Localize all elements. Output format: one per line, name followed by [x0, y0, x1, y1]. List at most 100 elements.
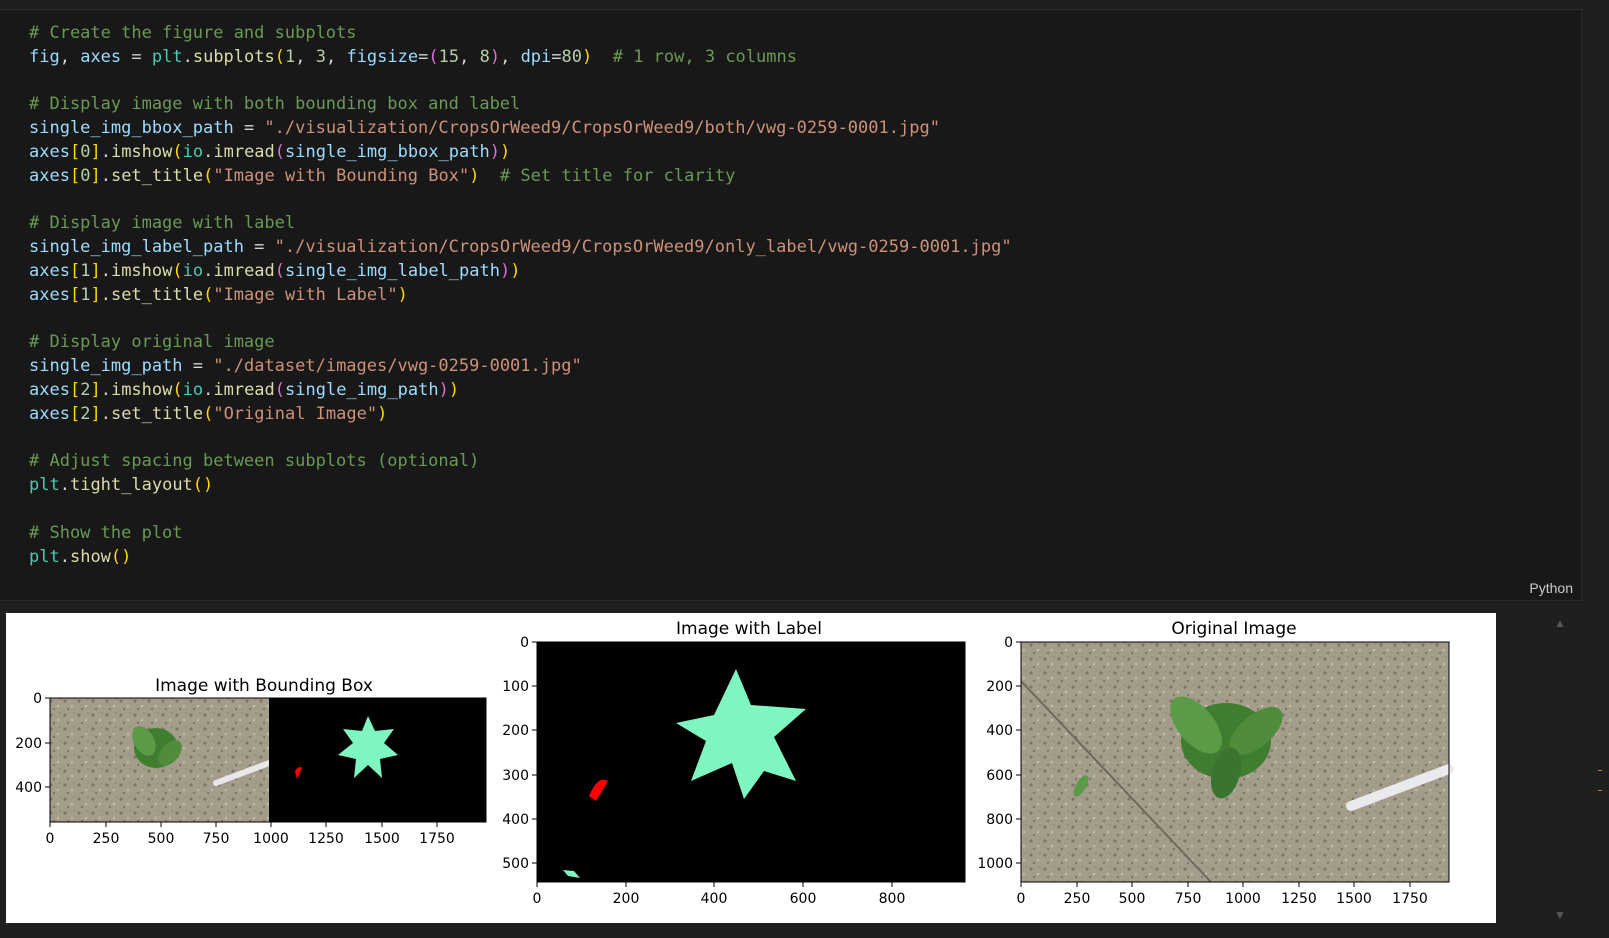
- overview-ruler-mark: [1598, 770, 1602, 771]
- code-token: =: [243, 237, 275, 258]
- code-line[interactable]: [29, 427, 1012, 451]
- x-tick-label: 500: [1119, 891, 1146, 907]
- code-line[interactable]: axes[2].set_title("Original Image"): [29, 403, 1012, 427]
- code-line[interactable]: axes[0].set_title("Image with Bounding B…: [29, 165, 1012, 189]
- code-token: ]: [90, 403, 101, 424]
- y-tick-label: 1000: [977, 856, 1013, 872]
- code-token: [: [69, 141, 81, 162]
- y-tick-label: 0: [33, 691, 42, 707]
- code-line[interactable]: [29, 498, 1012, 522]
- x-tick-label: 200: [613, 891, 640, 907]
- code-token: ]: [90, 284, 101, 305]
- y-tick-label: 0: [1004, 635, 1013, 651]
- code-line[interactable]: plt.tight_layout(): [29, 474, 1012, 498]
- code-token: .: [203, 379, 214, 400]
- code-token: [: [69, 284, 81, 305]
- code-token: imread: [213, 141, 275, 162]
- code-line[interactable]: # Display image with both bounding box a…: [29, 93, 1012, 117]
- x-tick-label: 1250: [1281, 891, 1317, 907]
- code-token: ,: [500, 46, 521, 67]
- y-tick-label: 500: [502, 856, 529, 872]
- code-token: 8: [479, 46, 490, 67]
- x-tick-label: 750: [1175, 891, 1202, 907]
- code-token: 2: [80, 379, 91, 400]
- y-tick-label: 200: [502, 723, 529, 739]
- code-token: (: [274, 141, 286, 162]
- code-token: # Set title for clarity: [479, 165, 736, 186]
- y-tick-label: 200: [15, 736, 42, 752]
- output-scroll-down-icon[interactable]: ▼: [1555, 912, 1565, 921]
- code-token: dpi: [520, 46, 552, 67]
- code-line[interactable]: single_img_path = "./dataset/images/vwg-…: [29, 355, 1012, 379]
- output-scroll-up-icon[interactable]: ▲: [1555, 620, 1565, 629]
- code-token: [: [69, 260, 81, 281]
- code-token: 80: [561, 46, 583, 67]
- panel-label: Image with Label 0 200 400 600 800 0 100 200 30…: [502, 619, 966, 907]
- code-token: 0: [80, 141, 91, 162]
- code-token: ]: [90, 379, 101, 400]
- code-line[interactable]: # Display original image: [29, 331, 1012, 355]
- code-line[interactable]: [29, 70, 1012, 94]
- code-token: 0: [80, 165, 91, 186]
- x-tick-label: 400: [701, 891, 728, 907]
- code-token: imread: [213, 379, 275, 400]
- panel-label-y-ticks: 0 100 200 300 400 500: [502, 635, 537, 872]
- y-tick-label: 800: [986, 812, 1013, 828]
- code-line[interactable]: plt.show(): [29, 546, 1012, 570]
- code-line[interactable]: [29, 189, 1012, 213]
- code-token: ): [499, 141, 511, 162]
- code-token: (: [274, 379, 286, 400]
- panel-original: Original Image 0 250 500 750 1000 1250 1500 175…: [977, 619, 1454, 907]
- code-token: axes: [29, 260, 70, 281]
- code-line[interactable]: axes[2].imshow(io.imread(single_img_path…: [29, 379, 1012, 403]
- matplotlib-figure: Image with Bounding Box 0 250 500 750 1000 12…: [15, 619, 1454, 907]
- code-token: "Original Image": [213, 403, 378, 424]
- code-line[interactable]: # Show the plot: [29, 522, 1012, 546]
- code-token: ]: [90, 260, 101, 281]
- code-token: "./dataset/images/vwg-0259-0001.jpg": [213, 356, 582, 377]
- code-cell[interactable]: # Create the figure and subplots fig, axe…: [0, 9, 1582, 601]
- code-token: axes: [29, 379, 70, 400]
- code-token: ): [499, 260, 511, 281]
- code-token: =: [182, 356, 214, 377]
- code-line[interactable]: # Adjust spacing between subplots (optio…: [29, 450, 1012, 474]
- code-token: plt: [151, 46, 183, 67]
- code-token: tight_layout: [69, 475, 193, 496]
- code-token: single_img_path: [29, 356, 183, 377]
- code-token: ]: [90, 141, 101, 162]
- code-line[interactable]: # Create the figure and subplots: [29, 22, 1012, 46]
- panel-original-y-ticks: 0 200 400 600 800 1000: [977, 635, 1021, 872]
- code-token: single_img_path: [285, 379, 439, 400]
- code-token: [: [69, 403, 81, 424]
- cell-language-label[interactable]: Python: [1529, 580, 1573, 596]
- code-token: .: [100, 260, 111, 281]
- panel-bbox-title: Image with Bounding Box: [155, 676, 373, 696]
- code-token: axes: [29, 403, 70, 424]
- y-tick-label: 400: [502, 812, 529, 828]
- x-tick-label: 1500: [364, 831, 400, 847]
- x-tick-label: 1500: [1336, 891, 1372, 907]
- code-line[interactable]: fig, axes = plt.subplots(1, 3, figsize=(…: [29, 46, 1012, 70]
- x-tick-label: 750: [203, 831, 230, 847]
- code-token: (: [274, 46, 285, 67]
- y-tick-label: 600: [986, 768, 1013, 784]
- y-tick-label: 300: [502, 768, 529, 784]
- code-line[interactable]: axes[1].imshow(io.imread(single_img_labe…: [29, 260, 1012, 284]
- code-token: 1: [284, 46, 296, 67]
- code-line[interactable]: axes[0].imshow(io.imread(single_img_bbox…: [29, 141, 1012, 165]
- code-line[interactable]: # Display image with label: [29, 212, 1012, 236]
- code-line[interactable]: single_img_bbox_path = "./visualization/…: [29, 117, 1012, 141]
- code-line[interactable]: axes[1].set_title("Image with Label"): [29, 284, 1012, 308]
- y-tick-label: 400: [15, 780, 42, 796]
- cell-output: Image with Bounding Box 0 250 500 750 1000 12…: [6, 613, 1496, 923]
- code-token: plt: [29, 475, 60, 496]
- code-editor[interactable]: # Create the figure and subplots fig, axe…: [29, 22, 1012, 569]
- x-tick-label: 1750: [419, 831, 455, 847]
- code-line[interactable]: single_img_label_path = "./visualization…: [29, 236, 1012, 260]
- code-token: # Adjust spacing between subplots (optio…: [29, 451, 480, 472]
- code-token: show: [69, 546, 111, 567]
- code-token: .: [100, 141, 111, 162]
- code-token: (: [203, 403, 214, 424]
- code-line[interactable]: [29, 308, 1012, 332]
- code-token: axes: [29, 165, 70, 186]
